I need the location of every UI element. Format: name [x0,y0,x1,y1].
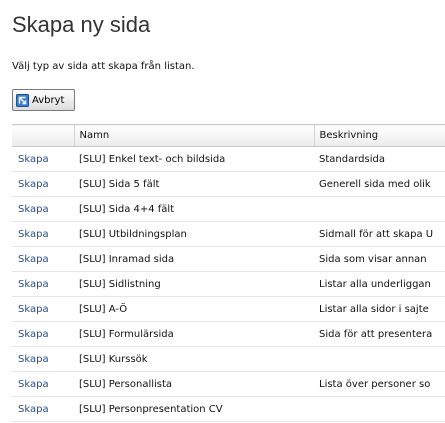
create-link[interactable]: Skapa [18,304,49,315]
page-type-description [314,396,445,422]
page-type-description: Sidmall för att skapa U [314,221,445,247]
page-type-name: [SLU] Enkel text- och bildsida [74,146,314,172]
cancel-icon [16,93,29,107]
column-header-action [12,124,74,147]
page-type-table: Namn Beskrivning Skapa [SLU] Enkel text- … [12,124,445,422]
create-link[interactable]: Skapa [18,279,49,290]
page-type-description: Sida för att presentera [314,321,445,347]
create-link[interactable]: Skapa [18,329,49,340]
cancel-button[interactable]: Avbryt [12,89,75,111]
create-link[interactable]: Skapa [18,404,49,415]
create-link[interactable]: Skapa [18,229,49,240]
create-link[interactable]: Skapa [18,354,49,365]
table-row: Skapa [SLU] Utbildningsplan Sidmall för at… [12,221,445,247]
table-row: Skapa [SLU] Enkel text- och bildsida Stand… [12,146,445,172]
page-type-description: Generell sida med olik [314,171,445,197]
table-row: Skapa [SLU] Personallista Lista över perso… [12,371,445,397]
table-row: Skapa [SLU] Personpresentation CV [12,396,445,422]
page-type-description: Sida som visar annan [314,246,445,272]
page-type-description [314,196,445,222]
page-type-name: [SLU] A-Ö [74,296,314,322]
page-type-name: [SLU] Sida 4+4 fält [74,196,314,222]
table-row: Skapa [SLU] Sida 4+4 fält [12,196,445,222]
page-type-name: [SLU] Sidlistning [74,271,314,297]
cancel-button-label: Avbryt [32,94,65,106]
create-link[interactable]: Skapa [18,154,49,165]
table-header-row: Namn Beskrivning [12,124,445,147]
page-type-description: Listar alla underliggan [314,271,445,297]
page: Skapa ny sida Välj typ av sida att skapa… [0,0,445,423]
table-row: Skapa [SLU] Sida 5 fält Generell sida med … [12,171,445,197]
table-row: Skapa [SLU] Sidlistning Listar alla underl… [12,271,445,297]
column-header-description[interactable]: Beskrivning [313,124,445,147]
instructions-text: Välj typ av sida att skapa från listan. [12,61,195,72]
action-cell: Skapa [12,321,74,347]
page-type-name: [SLU] Utbildningsplan [74,221,314,247]
action-cell: Skapa [12,221,74,247]
action-cell: Skapa [12,396,74,422]
create-link[interactable]: Skapa [18,179,49,190]
page-type-name: [SLU] Personpresentation CV [74,396,314,422]
action-cell: Skapa [12,271,74,297]
page-type-description: Listar alla sidor i sajte [314,296,445,322]
page-type-name: [SLU] Kurssök [74,346,314,372]
page-type-name: [SLU] Inramad sida [74,246,314,272]
column-header-name[interactable]: Namn [73,124,314,147]
table-body: Skapa [SLU] Enkel text- och bildsida Stand… [12,146,445,422]
create-link[interactable]: Skapa [18,379,49,390]
page-type-name: [SLU] Sida 5 fält [74,171,314,197]
action-cell: Skapa [12,146,74,172]
action-cell: Skapa [12,246,74,272]
create-link[interactable]: Skapa [18,254,49,265]
page-type-description: Standardsida [314,146,445,172]
page-type-name: [SLU] Formulärsida [74,321,314,347]
table-row: Skapa [SLU] Formulärsida Sida för att pres… [12,321,445,347]
table-row: Skapa [SLU] Inramad sida Sida som visar an… [12,246,445,272]
action-cell: Skapa [12,371,74,397]
table-row: Skapa [SLU] Kurssök [12,346,445,372]
page-title: Skapa ny sida [12,12,151,37]
table-row: Skapa [SLU] A-Ö Listar alla sidor i sajte [12,296,445,322]
page-type-description: Lista över personer so [314,371,445,397]
create-link[interactable]: Skapa [18,204,49,215]
action-cell: Skapa [12,296,74,322]
action-cell: Skapa [12,171,74,197]
page-type-description [314,346,445,372]
page-type-name: [SLU] Personallista [74,371,314,397]
action-cell: Skapa [12,346,74,372]
action-cell: Skapa [12,196,74,222]
